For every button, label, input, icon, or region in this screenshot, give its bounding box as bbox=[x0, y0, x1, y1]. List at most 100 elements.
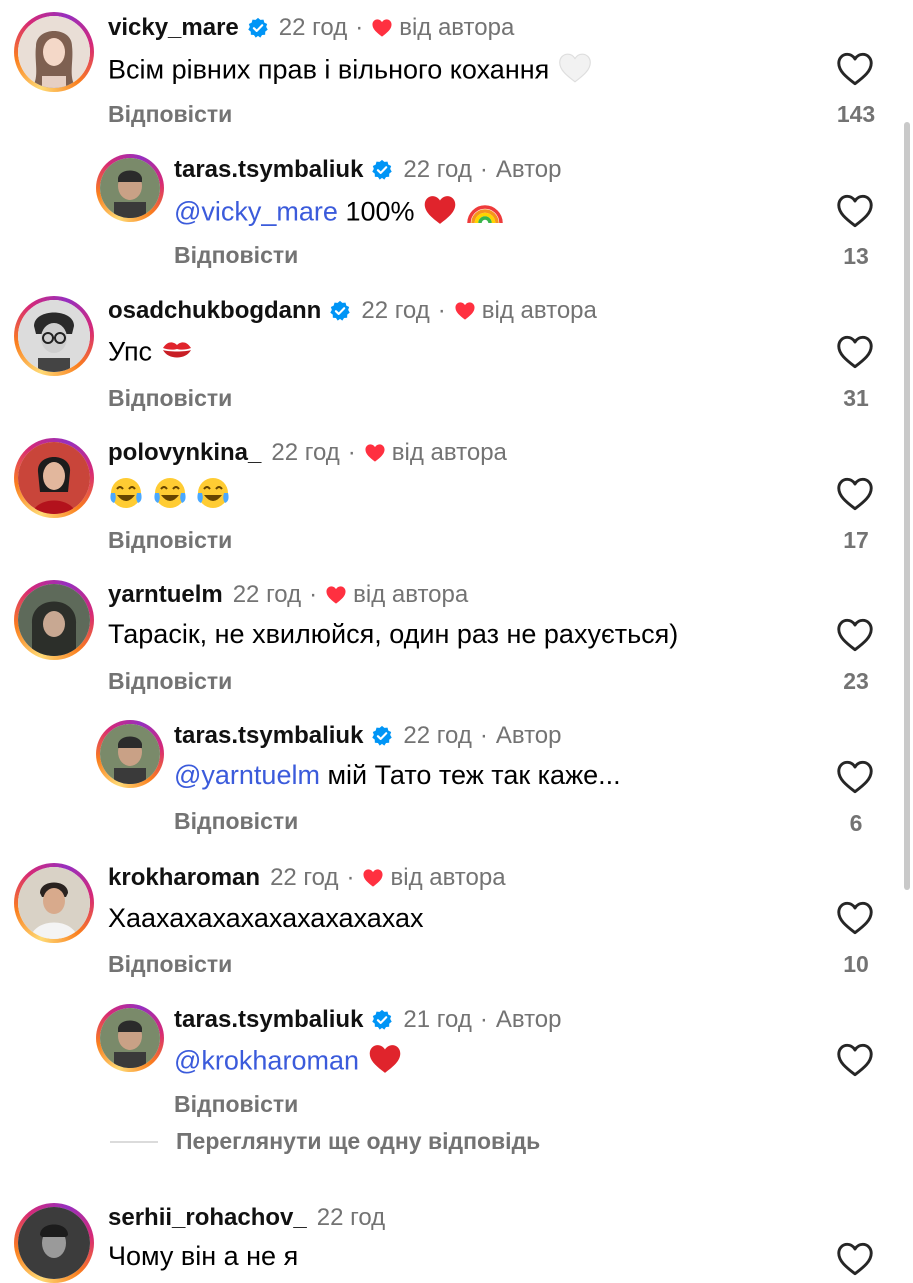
comment-username[interactable]: polovynkina_ bbox=[108, 439, 261, 467]
avatar[interactable] bbox=[14, 12, 94, 92]
verified-badge-icon bbox=[371, 1009, 393, 1031]
comment-time: 21 год bbox=[403, 1006, 472, 1033]
heart-outline-icon[interactable] bbox=[836, 335, 874, 369]
comment-text: Тарасік, не хвилюйся, один раз не рахуєт… bbox=[108, 619, 678, 650]
comment-time: 22 год bbox=[361, 297, 430, 324]
heart-outline-icon[interactable] bbox=[836, 477, 874, 511]
comment-username[interactable]: serhii_rohachov_ bbox=[108, 1204, 307, 1232]
avatar[interactable] bbox=[14, 580, 94, 660]
tears-of-joy-emoji bbox=[108, 475, 144, 518]
mention-link[interactable]: @vicky_mare bbox=[174, 197, 338, 227]
separator-dot: · bbox=[309, 581, 318, 608]
separator-dot: · bbox=[347, 439, 356, 466]
author-liked-label: від автора bbox=[399, 14, 515, 41]
comment-time: 22 год bbox=[271, 439, 340, 466]
author-liked-label: від автора bbox=[353, 581, 469, 608]
mention-link[interactable]: @yarntuelm bbox=[174, 760, 320, 790]
comment-text: @krokharoman bbox=[174, 1043, 403, 1082]
comment-text-content: мій Тато теж так каже... bbox=[327, 760, 621, 790]
author-liked-label: від автора bbox=[390, 864, 506, 891]
comment-text-content: Упс bbox=[108, 336, 153, 367]
tears-of-joy-emoji bbox=[195, 475, 231, 518]
heart-outline-icon[interactable] bbox=[836, 1043, 874, 1077]
avatar[interactable] bbox=[96, 720, 164, 788]
red-heart-emoji bbox=[367, 1043, 403, 1082]
comment-text bbox=[108, 475, 231, 518]
like-count: 23 bbox=[843, 668, 869, 694]
heart-filled-icon bbox=[364, 443, 386, 463]
divider bbox=[110, 1140, 158, 1143]
like-count: 17 bbox=[843, 527, 869, 553]
rainbow-emoji bbox=[466, 195, 504, 232]
red-heart-emoji bbox=[422, 194, 458, 233]
comment-time: 22 год bbox=[270, 864, 339, 891]
comment-username[interactable]: krokharoman bbox=[108, 864, 260, 892]
like-count: 13 bbox=[843, 243, 869, 269]
separator-dot: · bbox=[479, 156, 488, 183]
heart-outline-icon[interactable] bbox=[836, 194, 874, 228]
comment-username[interactable]: taras.tsymbaliuk bbox=[174, 1006, 363, 1034]
heart-outline-icon[interactable] bbox=[836, 52, 874, 86]
comment-text-content: 100% bbox=[345, 196, 415, 227]
reply-button[interactable]: Відповісти bbox=[108, 385, 232, 412]
separator-dot: · bbox=[479, 1006, 488, 1033]
comment-time: 22 год bbox=[278, 14, 348, 41]
heart-outline-icon[interactable] bbox=[836, 1242, 874, 1276]
reply-button[interactable]: Відповісти bbox=[174, 242, 298, 269]
heart-filled-icon bbox=[371, 18, 393, 38]
comment-text: @yarntuelm мій Тато теж так каже... bbox=[174, 760, 621, 791]
avatar[interactable] bbox=[14, 863, 94, 943]
heart-filled-icon bbox=[325, 585, 347, 605]
heart-outline-icon[interactable] bbox=[836, 618, 874, 652]
comment-username[interactable]: osadchukbogdann bbox=[108, 297, 321, 325]
separator-dot: · bbox=[346, 864, 355, 891]
heart-outline-icon[interactable] bbox=[836, 760, 874, 794]
avatar[interactable] bbox=[96, 154, 164, 222]
reply-button[interactable]: Відповісти bbox=[174, 808, 298, 835]
verified-badge-icon bbox=[371, 159, 393, 181]
comment-username[interactable]: vicky_mare bbox=[108, 14, 239, 42]
avatar[interactable] bbox=[14, 438, 94, 518]
view-more-replies-label: Переглянути ще одну відповідь bbox=[176, 1128, 541, 1154]
author-tag: Автор bbox=[495, 156, 562, 183]
comment-username[interactable]: taras.tsymbaliuk bbox=[174, 722, 363, 750]
reply-button[interactable]: Відповісти bbox=[108, 101, 232, 128]
comment-time: 22 год bbox=[403, 722, 472, 749]
tears-of-joy-emoji bbox=[152, 475, 188, 518]
heart-outline-icon[interactable] bbox=[836, 901, 874, 935]
like-count: 31 bbox=[843, 385, 869, 411]
reply-button[interactable]: Відповісти bbox=[108, 951, 232, 978]
verified-badge-icon bbox=[329, 300, 351, 322]
avatar[interactable] bbox=[96, 1004, 164, 1072]
comment-time: 22 год bbox=[316, 1204, 386, 1231]
heart-filled-icon bbox=[454, 301, 476, 321]
comment-text: @vicky_mare 100% bbox=[174, 194, 504, 233]
separator-dot: · bbox=[479, 722, 488, 749]
white-heart-emoji bbox=[557, 52, 593, 91]
reply-button[interactable]: Відповісти bbox=[174, 1091, 298, 1118]
comment-text-content: Хаахахахахахахахахахах bbox=[108, 903, 424, 933]
scrollbar[interactable] bbox=[904, 122, 910, 890]
author-liked-label: від автора bbox=[391, 439, 507, 466]
comment-username[interactable]: yarntuelm bbox=[108, 581, 223, 609]
like-count: 143 bbox=[836, 101, 876, 127]
avatar[interactable] bbox=[14, 296, 94, 376]
avatar[interactable] bbox=[14, 1203, 94, 1283]
separator-dot: · bbox=[437, 297, 446, 324]
comment-text-content: Чому він а не я bbox=[108, 1241, 299, 1271]
verified-badge-icon bbox=[371, 725, 393, 747]
comment-time: 22 год bbox=[403, 156, 472, 183]
separator-dot: · bbox=[355, 14, 364, 41]
like-count: 6 bbox=[849, 810, 863, 836]
comment-text-content: Всім рівних прав і вільного кохання bbox=[108, 54, 550, 85]
comment-text: Чому він а не я bbox=[108, 1241, 298, 1272]
comment-text-content: Тарасік, не хвилюйся, один раз не рахуєт… bbox=[108, 619, 679, 649]
comment-username[interactable]: taras.tsymbaliuk bbox=[174, 156, 363, 184]
reply-button[interactable]: Відповісти bbox=[108, 527, 232, 554]
comment-text: Всім рівних прав і вільного кохання bbox=[108, 52, 593, 91]
comment-time: 22 год bbox=[232, 581, 302, 608]
author-tag: Автор bbox=[495, 1006, 562, 1033]
view-more-replies-button[interactable]: Переглянути ще одну відповідь bbox=[110, 1128, 540, 1155]
mention-link[interactable]: @krokharoman bbox=[174, 1046, 359, 1076]
reply-button[interactable]: Відповісти bbox=[108, 668, 232, 695]
